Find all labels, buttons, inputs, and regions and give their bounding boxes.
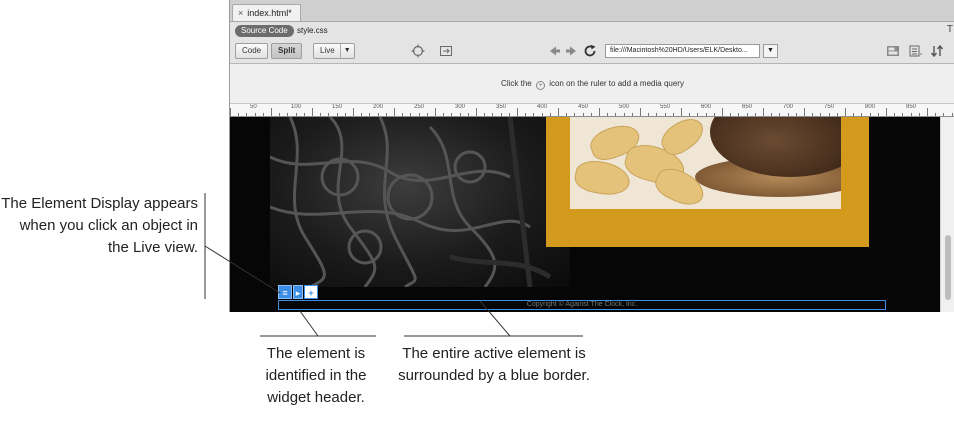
left-callout-pointer bbox=[204, 245, 281, 294]
callout-widget-header: The element is identified in the widget … bbox=[265, 345, 367, 406]
bottom-right-callout-pointer bbox=[479, 300, 511, 337]
bottom-left-callout-pointer bbox=[299, 310, 319, 337]
callout-blue-border: The entire active element is surrounded … bbox=[398, 345, 590, 384]
callout-element-display: The Element Display appears when you cli… bbox=[1, 195, 198, 256]
